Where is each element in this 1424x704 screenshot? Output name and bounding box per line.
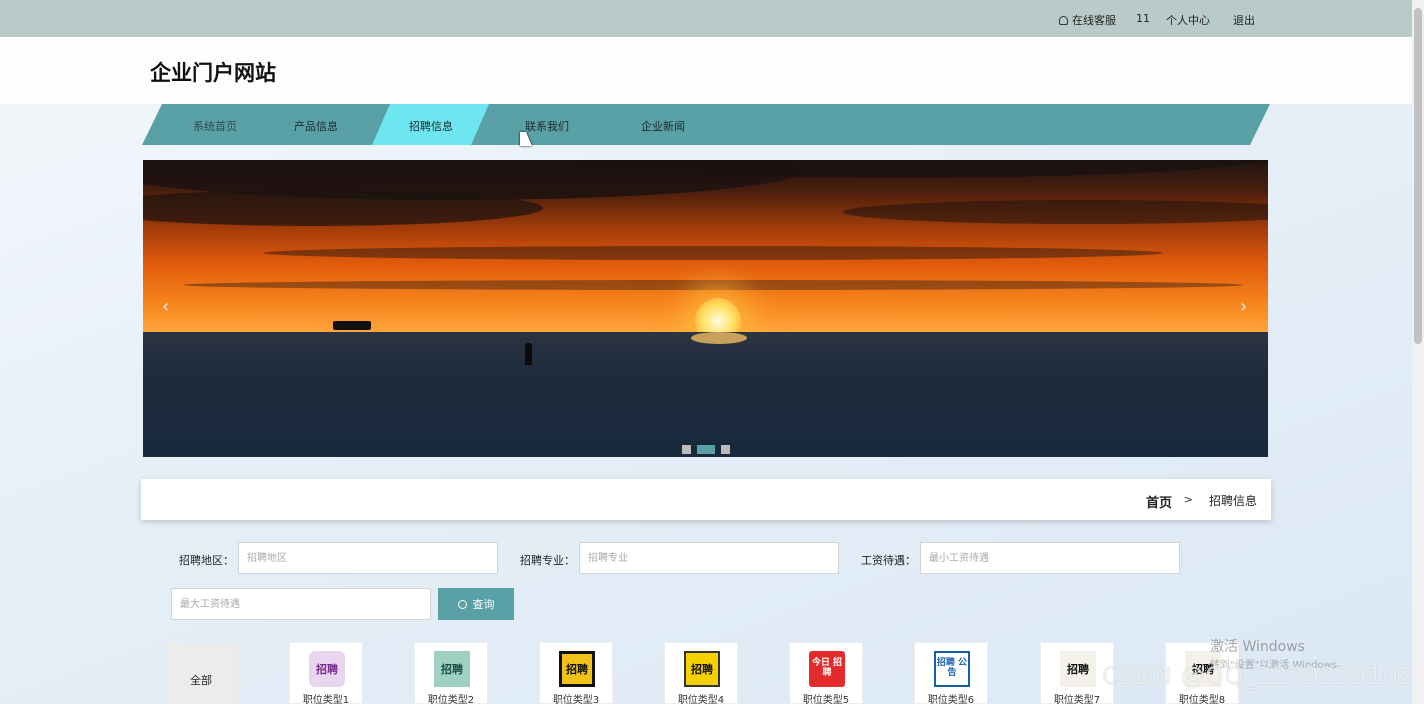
search-button-label: 查询 (472, 598, 495, 611)
category-thumb: 招聘 (434, 651, 470, 687)
category-label: 职位类型1 (302, 695, 350, 704)
top-bar: 在线客服 11 个人中心 退出 (0, 0, 1412, 37)
sea (143, 332, 1268, 457)
category-item[interactable]: 招聘 职位类型1 (289, 642, 363, 704)
category-thumb: 今日 招聘 (809, 651, 845, 687)
scrollbar-thumb[interactable] (1414, 8, 1422, 344)
category-label: 职位类型3 (552, 695, 600, 704)
cloud-shape (263, 246, 1163, 260)
category-item[interactable]: 招聘 公告 职位类型6 (914, 642, 988, 704)
breadcrumb: 首页 > 招聘信息 (141, 479, 1271, 520)
nav-item-recruitment[interactable]: 招聘信息 (409, 118, 453, 134)
salary-max-input[interactable] (171, 588, 431, 620)
breadcrumb-home[interactable]: 首页 (1146, 492, 1172, 511)
salary-label: 工资待遇： (861, 554, 916, 567)
online-service-label: 在线客服 (1072, 14, 1116, 27)
category-item[interactable]: 今日 招聘 职位类型5 (789, 642, 863, 704)
category-label: 职位类型8 (1178, 695, 1226, 704)
category-all[interactable]: 全部 (164, 642, 238, 704)
salary-min-input[interactable] (920, 542, 1180, 574)
region-input[interactable] (238, 542, 498, 574)
buoy-silhouette (525, 343, 532, 365)
carousel-prev-icon[interactable]: ‹ (162, 298, 169, 316)
region-label: 招聘地区： (179, 554, 234, 567)
nav-item-products[interactable]: 产品信息 (294, 118, 338, 134)
mouse-cursor-icon (520, 132, 532, 146)
category-thumb: 招聘 (559, 651, 595, 687)
category-thumb: 招聘 公告 (934, 651, 970, 687)
csdn-watermark: CSDN @QQ_2279239102 (1102, 662, 1415, 690)
ship-silhouette (333, 321, 371, 330)
nav-item-home[interactable]: 系统首页 (193, 118, 237, 134)
site-title: 企业门户网站 (150, 61, 276, 85)
search-button[interactable]: 查询 (438, 588, 514, 620)
site-header: 企业门户网站 (0, 37, 1412, 104)
category-label: 职位类型2 (427, 695, 475, 704)
category-label: 职位类型4 (677, 695, 725, 704)
carousel-dot-active[interactable] (697, 445, 715, 454)
username: 11 (1136, 12, 1150, 25)
banner-carousel[interactable]: ‹ › (143, 160, 1268, 457)
category-thumb: 招聘 (684, 651, 720, 687)
category-label: 职位类型5 (802, 695, 850, 704)
category-item[interactable]: 招聘 职位类型4 (664, 642, 738, 704)
windows-activation-watermark: 激活 Windows (1210, 639, 1305, 655)
logout-link[interactable]: 退出 (1233, 12, 1255, 28)
major-label: 招聘专业： (520, 554, 575, 567)
sun-reflection (691, 332, 747, 344)
carousel-next-icon[interactable]: › (1240, 298, 1247, 316)
breadcrumb-separator: > (1183, 493, 1193, 506)
profile-link[interactable]: 个人中心 (1166, 12, 1210, 28)
carousel-dot[interactable] (721, 445, 730, 454)
breadcrumb-current: 招聘信息 (1208, 494, 1257, 508)
major-input[interactable] (579, 542, 839, 574)
user-icon (1059, 16, 1068, 25)
category-item[interactable]: 招聘 职位类型2 (414, 642, 488, 704)
category-thumb: 招聘 (309, 651, 345, 687)
category-label: 职位类型6 (927, 695, 975, 704)
cloud-shape (183, 280, 1243, 290)
category-item[interactable]: 招聘 职位类型3 (539, 642, 613, 704)
search-icon (457, 600, 467, 609)
page-scrollbar[interactable] (1412, 0, 1424, 704)
category-thumb: 招聘 (1060, 651, 1096, 687)
online-service-link[interactable]: 在线客服 (1059, 12, 1116, 28)
carousel-dot[interactable] (682, 445, 691, 454)
category-label: 职位类型7 (1053, 695, 1101, 704)
nav-item-news[interactable]: 企业新闻 (641, 118, 685, 134)
